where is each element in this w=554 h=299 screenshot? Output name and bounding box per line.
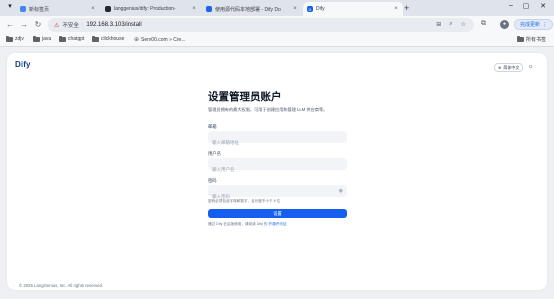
folder-icon: [6, 35, 13, 42]
page-title: 设置管理员账户: [208, 91, 282, 103]
language-selector[interactable]: ⊕ 简体中文: [494, 63, 524, 72]
folder-icon: [59, 35, 66, 42]
not-secure-icon: ⚠: [54, 22, 60, 29]
folder-icon: [517, 36, 524, 42]
bookmark-clickhouse[interactable]: clickhouse: [92, 35, 125, 42]
folder-icon: [33, 35, 40, 42]
license-link[interactable]: 开源许可证: [269, 222, 287, 226]
back-icon[interactable]: ←: [5, 20, 15, 29]
new-tab-button[interactable]: +: [404, 3, 409, 13]
globe-icon: ⊕: [498, 65, 502, 70]
update-button[interactable]: 完成更新 ⋮: [514, 19, 554, 30]
tab-dify[interactable]: D Dify ×: [303, 2, 403, 16]
extensions-icon[interactable]: ⧉: [481, 20, 486, 28]
separator: |: [81, 22, 84, 28]
password-label: 密码: [208, 178, 217, 183]
setup-form: 设置管理员账户 管理员拥有的最大权限，可用于创建应用和管理 LLM 供应商等。 …: [208, 89, 347, 226]
agreement-text: 通过 Dify 社区版使用，请阅读 Dify 的: [208, 222, 268, 226]
github-icon: [105, 6, 111, 12]
profile-avatar[interactable]: ●: [500, 20, 509, 29]
tab-label: langgenius/dify: Production-: [114, 6, 176, 12]
browser-toolbar: ← → ↻ ⚠ 不安全 | 192.168.3.103/install ⊞ ⌕ …: [0, 16, 554, 34]
license-agreement: 通过 Dify 社区版使用，请阅读 Dify 的 开源许可证: [208, 222, 286, 227]
install-card: Dify ⊕ 简体中文 ☼ 设置管理员账户 管理员拥有的最大权限，可用于创建应用…: [7, 53, 547, 290]
bookmark-chatgpt[interactable]: chatgpt: [59, 35, 85, 42]
language-label: 简体中文: [503, 64, 520, 70]
email-label: 邮箱: [208, 124, 217, 129]
tab-dify-docs[interactable]: 使用源代码本地部署 - Dify Do ×: [202, 2, 302, 16]
security-label: 不安全: [62, 23, 79, 29]
username-field-wrapper: [208, 158, 347, 176]
dify-logo: Dify: [15, 60, 31, 69]
password-field-wrapper: ◉: [208, 185, 347, 203]
star-icon[interactable]: ☆: [461, 21, 466, 28]
bookmark-label: Serv00.com » Cre...: [141, 36, 186, 43]
copyright-footer: © 2025 LangGenius, Inc. All rights reser…: [19, 283, 104, 288]
dify-icon: D: [307, 6, 313, 12]
tab-strip: ▾ 新标签页 × langgenius/dify: Production- × …: [0, 0, 554, 16]
setup-submit-button[interactable]: 设置: [208, 209, 347, 218]
folder-icon: [92, 35, 99, 42]
menu-icon: ⋮: [542, 21, 548, 28]
close-icon[interactable]: ×: [90, 6, 96, 12]
tab-new-tab[interactable]: 新标签页 ×: [16, 2, 100, 16]
minimize-icon[interactable]: –: [505, 2, 517, 9]
tab-label: 使用源代码本地部署 - Dify Do: [215, 6, 281, 13]
all-bookmarks[interactable]: 所有书签: [517, 36, 546, 43]
bookmark-java[interactable]: java: [33, 35, 52, 42]
username-field[interactable]: [208, 163, 347, 176]
chrome-icon: [20, 6, 26, 12]
url-text: 192.168.3.103/install: [86, 22, 142, 28]
reload-icon[interactable]: ↻: [33, 20, 43, 29]
eye-icon[interactable]: ◉: [339, 188, 343, 194]
tab-label: 新标签页: [29, 6, 50, 13]
password-hint: 密码必须包含字母和数字，且长度不小于 8 位: [208, 199, 281, 203]
translate-icon[interactable]: ⊞: [436, 21, 441, 28]
email-field-wrapper: [208, 131, 347, 149]
forward-icon[interactable]: →: [19, 20, 29, 29]
tab-search-icon[interactable]: ▾: [4, 2, 16, 10]
bookmark-label: 所有书签: [526, 37, 547, 43]
tab-github[interactable]: langgenius/dify: Production- ×: [101, 2, 201, 16]
username-label: 用户名: [208, 151, 221, 156]
update-label: 完成更新: [520, 22, 541, 28]
window-close-icon[interactable]: ✕: [537, 2, 549, 10]
close-icon[interactable]: ×: [393, 6, 399, 12]
dify-doc-icon: [206, 6, 212, 12]
page-viewport: Dify ⊕ 简体中文 ☼ 设置管理员账户 管理员拥有的最大权限，可用于创建应用…: [0, 47, 554, 299]
address-bar[interactable]: ⚠ 不安全 | 192.168.3.103/install ⊞ ⌕ ☆: [48, 18, 474, 32]
bookmarks-bar: zdjv java chatgpt clickhouse ⊕ Serv00.co…: [0, 34, 554, 47]
close-icon[interactable]: ×: [292, 6, 298, 12]
email-field[interactable]: [208, 136, 347, 149]
page-subtitle: 管理员拥有的最大权限，可用于创建应用和管理 LLM 供应商等。: [208, 107, 328, 112]
close-icon[interactable]: ×: [191, 6, 197, 12]
tab-label: Dify: [316, 6, 325, 12]
bookmark-serv00[interactable]: ⊕ Serv00.com » Cre...: [134, 36, 186, 44]
site-icon: ⊕: [134, 37, 140, 43]
bookmark-label: java: [42, 36, 52, 42]
bookmark-zdjv[interactable]: zdjv: [6, 35, 24, 42]
bookmark-label: clickhouse: [101, 36, 125, 42]
maximize-icon[interactable]: ▢: [520, 2, 532, 10]
theme-toggle-icon[interactable]: ☼: [528, 64, 534, 70]
bookmark-label: zdjv: [15, 36, 24, 42]
bookmark-label: chatgpt: [68, 36, 85, 42]
zoom-icon[interactable]: ⌕: [449, 21, 452, 28]
